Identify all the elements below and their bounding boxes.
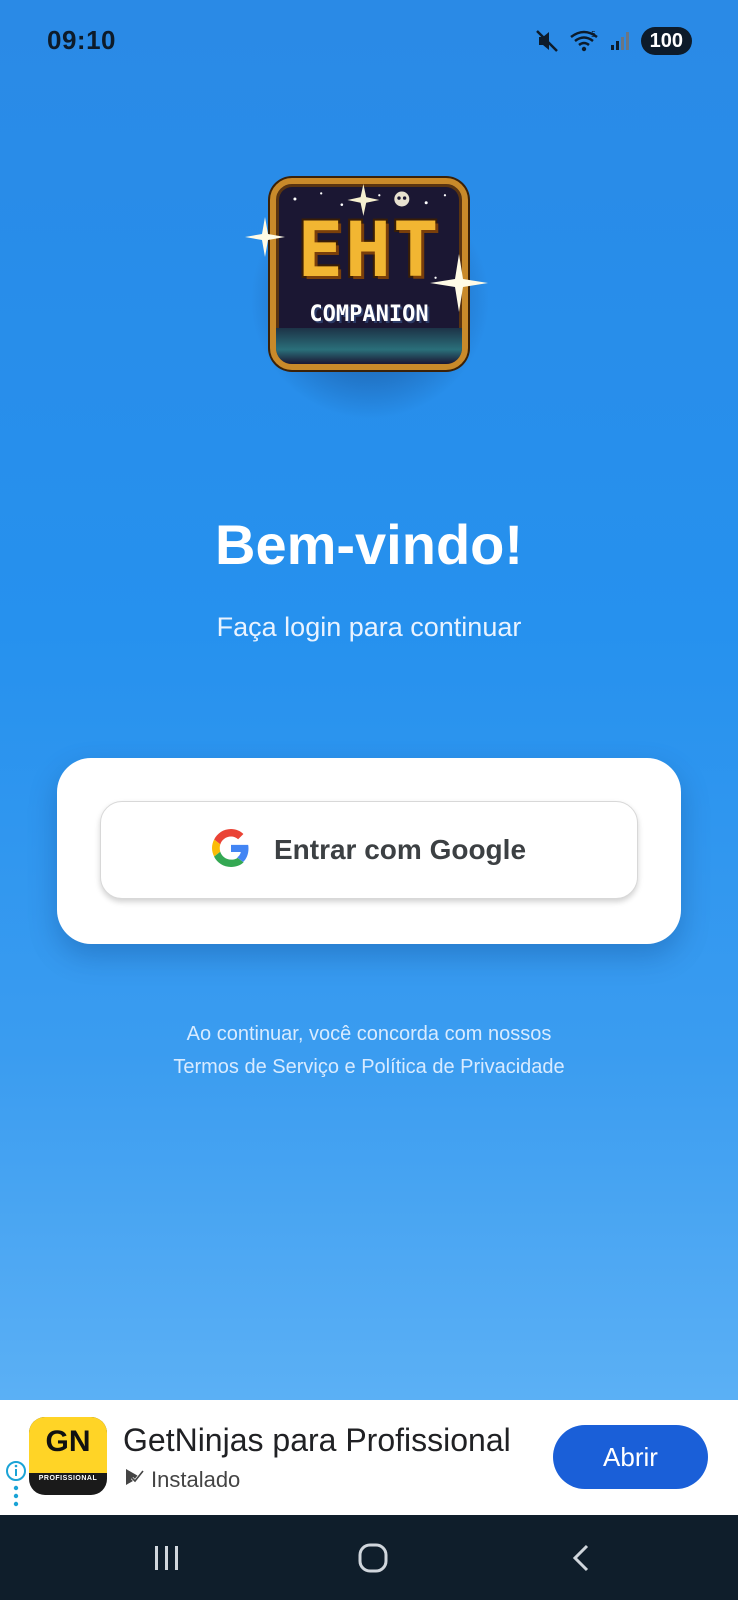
welcome-subtitle: Faça login para continuar: [216, 612, 522, 642]
ad-status-text: Instalado: [151, 1466, 241, 1492]
battery-indicator: 100: [640, 27, 692, 55]
terms-notice: Ao continuar, você concorda com nossos T…: [0, 1018, 738, 1084]
signal-icon: [609, 30, 631, 52]
system-nav-bar: [0, 1515, 738, 1600]
ad-app-icon-text: GN: [45, 1425, 91, 1458]
status-icons: 5 100: [535, 26, 692, 56]
logo-floor: [276, 328, 462, 364]
mute-icon: [535, 28, 559, 54]
sparkle-icon: [245, 217, 285, 257]
status-time: 09:10: [47, 25, 116, 55]
ad-open-button[interactable]: Abrir: [553, 1425, 708, 1489]
installed-check-icon: [123, 1466, 145, 1493]
google-button-label: Entrar com Google: [273, 834, 527, 865]
status-bar: 09:10 5 100: [0, 0, 738, 84]
home-icon[interactable]: [357, 1542, 389, 1579]
sparkle-icon: [430, 254, 488, 312]
recents-icon[interactable]: [152, 1543, 182, 1578]
svg-text:5: 5: [591, 30, 596, 39]
back-icon[interactable]: [569, 1543, 593, 1578]
ad-app-icon-subtext: PROFISSIONAL: [38, 1475, 98, 1482]
wifi-icon: 5: [569, 29, 599, 53]
ad-banner[interactable]: GN PROFISSIONAL GetNinjas para Profissio…: [0, 1400, 738, 1515]
ad-install-status: Instalado: [123, 1466, 240, 1493]
login-screen: 09:10 5 100 EHT COMPANION Bem-vindo! Faç…: [0, 0, 738, 1400]
ad-title[interactable]: GetNinjas para Profissional: [123, 1422, 511, 1459]
login-card: Entrar com Google: [57, 758, 681, 944]
ad-app-icon[interactable]: GN PROFISSIONAL: [29, 1417, 107, 1495]
google-signin-button[interactable]: Entrar com Google: [100, 801, 638, 899]
terms-line-1: Ao continuar, você concorda com nossos: [186, 1023, 552, 1045]
terms-line-2[interactable]: Termos de Serviço e Política de Privacid…: [0, 1051, 738, 1084]
google-g-icon: [211, 828, 250, 872]
app-logo: EHT COMPANION: [240, 160, 500, 420]
ad-info-icon[interactable]: [5, 1460, 27, 1517]
welcome-title: Bem-vindo!: [215, 513, 523, 576]
